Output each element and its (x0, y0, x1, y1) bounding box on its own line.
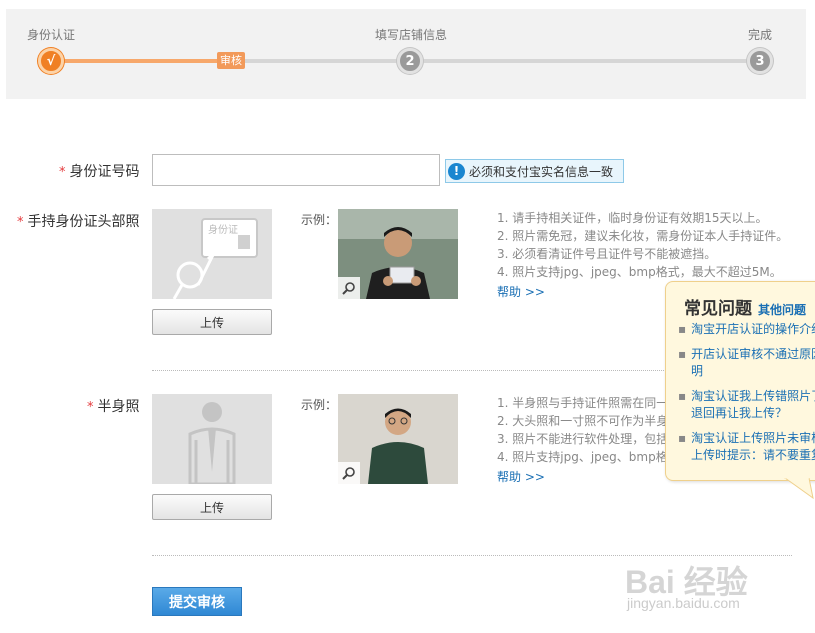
submit-review-button[interactable]: 提交审核 (152, 587, 242, 616)
note-item: 2. 大头照和一寸照不可作为半身 (497, 414, 669, 428)
id-photo-example-label: 示例： (301, 213, 338, 227)
faq-list: ▪ 淘宝开店认证的操作介绍 ▪ 开店认证审核不通过原因 明 ▪ 淘宝认证我上传错照片了… (678, 321, 815, 464)
id-number-input[interactable] (152, 154, 440, 186)
step-1-label: 身份认证 (27, 28, 76, 42)
note-item: 4. 照片支持jpg、jpeg、bmp格式，最大不超过5M。 (497, 265, 782, 279)
faq-pointer (784, 478, 814, 500)
hand-holding-card-icon: 身份证 (172, 218, 258, 300)
watermark-url: jingyan.baidu.com (627, 595, 740, 611)
id-photo-notes: 1. 请手持相关证件，临时身份证有效期15天以上。 2. 照片需免冠，建议未化妆… (497, 209, 788, 281)
id-photo-help-link[interactable]: 帮助 >> (497, 283, 545, 300)
faq-item[interactable]: ▪ 开店认证审核不通过原因 明 (678, 346, 815, 380)
id-number-tip: ! 必须和支付宝实名信息一致 (445, 159, 624, 183)
half-photo-example-image[interactable] (338, 394, 458, 484)
faq-item[interactable]: ▪ 淘宝开店认证的操作介绍 (678, 321, 815, 338)
note-item: 3. 照片不能进行软件处理，包括 (497, 432, 669, 446)
person-silhouette-icon (188, 402, 236, 486)
faq-popup: 常见问题 其他问题 ▪ 淘宝开店认证的操作介绍 ▪ 开店认证审核不通过原因 明 ▪ 淘宝… (665, 281, 815, 481)
half-photo-label: * 半身照 (87, 399, 140, 415)
review-tag: 审核 (217, 52, 245, 69)
id-photo-placeholder[interactable]: 身份证 (152, 209, 272, 300)
note-item: 2. 照片需免冠，建议未化妆，需身份证本人手持证件。 (497, 229, 789, 243)
step-2-label: 填写店铺信息 (375, 28, 448, 42)
id-photo-label: * 手持身份证头部照 (17, 214, 140, 230)
id-photo-upload-button[interactable]: 上传 (152, 309, 272, 335)
step-3-label: 完成 (748, 28, 773, 42)
note-item: 1. 请手持相关证件，临时身份证有效期15天以上。 (497, 211, 768, 225)
half-photo-example-label: 示例： (301, 398, 338, 412)
half-photo-notes: 1. 半身照与手持证件照需在同一 2. 大头照和一寸照不可作为半身 3. 照片不… (497, 394, 680, 466)
zoom-icon[interactable] (338, 462, 360, 484)
divider (152, 555, 792, 556)
faq-title: 常见问题 其他问题 (684, 299, 807, 319)
id-number-tip-text: 必须和支付宝实名信息一致 (469, 164, 614, 179)
card-text: 身份证 (208, 223, 238, 236)
half-photo-help-link[interactable]: 帮助 >> (497, 468, 545, 485)
half-photo-placeholder[interactable] (152, 394, 272, 486)
step-1-check-icon: √ (38, 48, 64, 74)
faq-item[interactable]: ▪ 淘宝认证我上传错照片了 退回再让我上传？ (678, 388, 815, 422)
id-photo-example-image[interactable] (338, 209, 458, 299)
info-icon: ! (448, 162, 465, 180)
id-number-label: * 身份证号码 (59, 164, 140, 180)
half-photo-upload-button[interactable]: 上传 (152, 494, 272, 520)
step-3-marker: 3 (747, 48, 773, 74)
note-item: 3. 必须看清证件号且证件号不能被遮挡。 (497, 247, 717, 261)
required-mark: * (59, 165, 66, 180)
faq-item[interactable]: ▪ 淘宝认证上传照片未审核 上传时提示：请不要重复 (678, 430, 815, 464)
faq-more-link[interactable]: 其他问题 (758, 303, 806, 317)
progress-track-completed (50, 59, 235, 63)
step-2-marker: 2 (397, 48, 423, 74)
zoom-icon[interactable] (338, 277, 360, 299)
note-item: 4. 照片支持jpg、jpeg、bmp格式 (497, 450, 680, 464)
note-item: 1. 半身照与手持证件照需在同一 (497, 396, 669, 410)
